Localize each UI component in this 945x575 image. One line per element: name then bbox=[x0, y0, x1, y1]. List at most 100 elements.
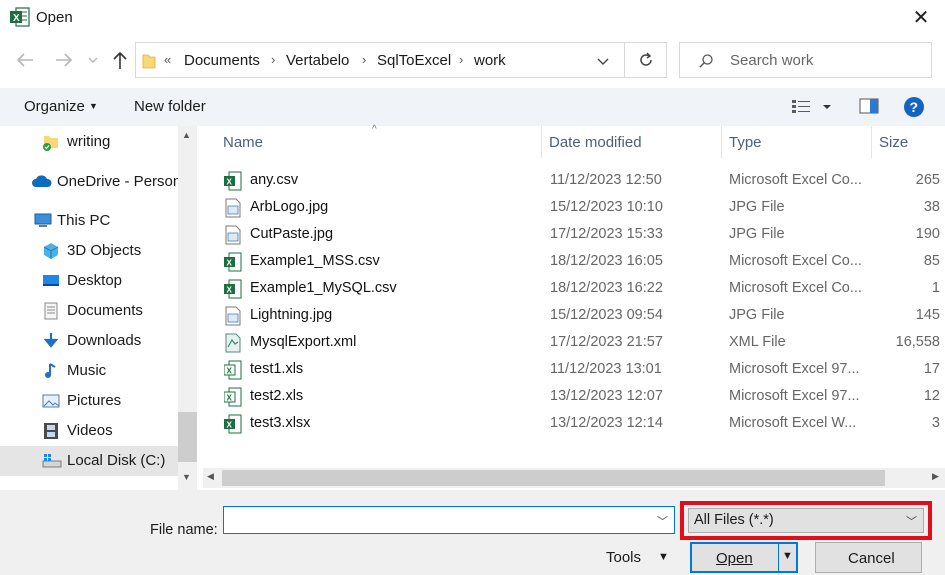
breadcrumb-work[interactable]: work bbox=[474, 52, 506, 69]
file-size: 1 bbox=[931, 280, 940, 296]
breadcrumb-vertabelo[interactable]: Vertabelo bbox=[286, 52, 349, 69]
table-row[interactable]: X test1.xls 11/12/2023 13:01 Microsoft E… bbox=[198, 356, 945, 383]
cancel-button[interactable]: Cancel bbox=[815, 542, 922, 573]
scroll-right-icon[interactable]: ▶ bbox=[932, 471, 939, 482]
file-type-value: All Files (*.*) bbox=[694, 512, 774, 528]
table-row[interactable]: Lightning.jpg 15/12/2023 09:54 JPG File … bbox=[198, 302, 945, 329]
file-type: JPG File bbox=[729, 226, 785, 242]
file-size: 145 bbox=[915, 307, 940, 323]
scroll-left-icon[interactable]: ◀ bbox=[207, 471, 214, 482]
refresh-button[interactable] bbox=[625, 42, 667, 78]
svg-text:X: X bbox=[227, 394, 233, 403]
sidebar-item-videos[interactable]: Videos bbox=[0, 416, 178, 446]
sidebar-item-pictures[interactable]: Pictures bbox=[0, 386, 178, 416]
column-divider[interactable] bbox=[721, 126, 722, 158]
forward-button[interactable] bbox=[52, 48, 76, 72]
caret-down-icon[interactable]: ▼ bbox=[658, 551, 669, 563]
sidebar-item-downloads[interactable]: Downloads bbox=[0, 326, 178, 356]
chevron-down-icon[interactable]: ﹀ bbox=[657, 513, 668, 529]
scrollbar-thumb[interactable] bbox=[178, 412, 197, 462]
column-header-type[interactable]: Type bbox=[729, 134, 762, 151]
close-button[interactable]: ✕ bbox=[905, 4, 937, 32]
computer-icon bbox=[33, 212, 52, 230]
file-date: 17/12/2023 21:57 bbox=[550, 334, 663, 350]
table-row[interactable]: X Example1_MSS.csv 18/12/2023 16:05 Micr… bbox=[198, 248, 945, 275]
column-divider[interactable] bbox=[541, 126, 542, 158]
column-header-date[interactable]: Date modified bbox=[549, 134, 642, 151]
help-button[interactable]: ? bbox=[903, 96, 925, 118]
open-options-dropdown[interactable]: ▼ bbox=[782, 550, 793, 562]
up-button[interactable] bbox=[108, 48, 132, 72]
sidebar-scrollbar[interactable]: ▲ ▼ bbox=[178, 126, 197, 490]
file-type: Microsoft Excel W... bbox=[729, 415, 857, 431]
file-date: 13/12/2023 12:14 bbox=[550, 415, 663, 431]
breadcrumb-documents[interactable]: Documents bbox=[184, 52, 260, 69]
file-type-select[interactable]: All Files (*.*) ﹀ bbox=[688, 508, 924, 533]
sidebar-item-local-disk[interactable]: Local Disk (C:) bbox=[0, 446, 178, 476]
table-row[interactable]: X any.csv 11/12/2023 12:50 Microsoft Exc… bbox=[198, 167, 945, 194]
download-icon bbox=[42, 332, 60, 350]
column-header-name[interactable]: Name bbox=[223, 134, 263, 151]
file-name-input[interactable] bbox=[228, 508, 648, 532]
table-row[interactable]: X Example1_MySQL.csv 18/12/2023 16:22 Mi… bbox=[198, 275, 945, 302]
sidebar-item-desktop[interactable]: Desktop bbox=[0, 266, 178, 296]
file-size: 38 bbox=[923, 199, 940, 215]
arrow-left-icon bbox=[16, 53, 33, 67]
image-file-icon bbox=[224, 198, 242, 218]
scrollbar-thumb[interactable] bbox=[222, 470, 885, 486]
column-divider[interactable] bbox=[871, 126, 872, 158]
image-file-icon bbox=[224, 306, 242, 326]
file-date: 15/12/2023 09:54 bbox=[550, 307, 663, 323]
sidebar-item-label: Desktop bbox=[67, 272, 123, 289]
table-row[interactable]: CutPaste.jpg 17/12/2023 15:33 JPG File 1… bbox=[198, 221, 945, 248]
file-size: 12 bbox=[923, 388, 940, 404]
address-overflow[interactable]: « bbox=[164, 52, 171, 67]
file-name-field[interactable]: ﹀ bbox=[223, 506, 675, 534]
sidebar-item-documents[interactable]: Documents bbox=[0, 296, 178, 326]
search-input[interactable]: Search work bbox=[730, 52, 813, 69]
back-button[interactable] bbox=[13, 48, 37, 72]
svg-text:X: X bbox=[13, 13, 20, 24]
organize-button[interactable]: Organize bbox=[24, 98, 85, 115]
preview-pane-button[interactable] bbox=[859, 98, 879, 114]
file-type: Microsoft Excel 97... bbox=[729, 361, 860, 377]
excel-csv-icon: X bbox=[224, 171, 242, 191]
table-row[interactable]: X test2.xls 13/12/2023 12:07 Microsoft E… bbox=[198, 383, 945, 410]
horizontal-scrollbar[interactable]: ◀ ▶ bbox=[203, 468, 945, 488]
sidebar-item-3d-objects[interactable]: 3D Objects bbox=[0, 236, 178, 266]
file-type: Microsoft Excel 97... bbox=[729, 388, 860, 404]
open-button[interactable]: Open ▼ bbox=[690, 542, 798, 573]
recent-locations-button[interactable] bbox=[84, 48, 102, 72]
scroll-down-icon[interactable]: ▼ bbox=[182, 472, 191, 482]
file-date: 11/12/2023 12:50 bbox=[550, 172, 662, 188]
breadcrumb-sqltoexcel[interactable]: SqlToExcel bbox=[377, 52, 451, 69]
title-bar: X Open ✕ bbox=[0, 0, 945, 36]
scroll-up-icon[interactable]: ▲ bbox=[182, 130, 191, 140]
sidebar-item-this-pc[interactable]: This PC bbox=[0, 206, 178, 236]
file-name: Example1_MySQL.csv bbox=[250, 280, 397, 296]
file-type: Microsoft Excel Co... bbox=[729, 253, 861, 269]
file-type: JPG File bbox=[729, 307, 785, 323]
address-history-dropdown[interactable] bbox=[596, 54, 610, 68]
file-name: test1.xls bbox=[250, 361, 304, 377]
sidebar-item-label: This PC bbox=[57, 212, 111, 229]
search-box[interactable]: Search work bbox=[679, 42, 932, 78]
file-date: 17/12/2023 15:33 bbox=[550, 226, 663, 242]
table-row[interactable]: MysqlExport.xml 17/12/2023 21:57 XML Fil… bbox=[198, 329, 945, 356]
music-note-icon bbox=[42, 362, 60, 380]
tools-button[interactable]: Tools bbox=[606, 549, 641, 566]
svg-text:X: X bbox=[227, 178, 233, 187]
sidebar-item-onedrive[interactable]: OneDrive - Person bbox=[0, 167, 181, 197]
sidebar-item-writing[interactable]: writing bbox=[0, 127, 178, 157]
column-header-size[interactable]: Size bbox=[879, 134, 908, 151]
file-size: 85 bbox=[923, 253, 940, 269]
file-name: Lightning.jpg bbox=[250, 307, 333, 323]
table-row[interactable]: ArbLogo.jpg 15/12/2023 10:10 JPG File 38 bbox=[198, 194, 945, 221]
sidebar-item-music[interactable]: Music bbox=[0, 356, 178, 386]
table-row[interactable]: X test3.xlsx 13/12/2023 12:14 Microsoft … bbox=[198, 410, 945, 437]
view-options-button[interactable] bbox=[792, 98, 834, 116]
address-bar[interactable]: « Documents › Vertabelo › SqlToExcel › w… bbox=[135, 42, 625, 78]
navigation-pane: writing OneDrive - Person This PC 3D Obj… bbox=[0, 126, 198, 490]
excel-xls-icon: X bbox=[224, 387, 242, 407]
new-folder-button[interactable]: New folder bbox=[134, 98, 206, 115]
